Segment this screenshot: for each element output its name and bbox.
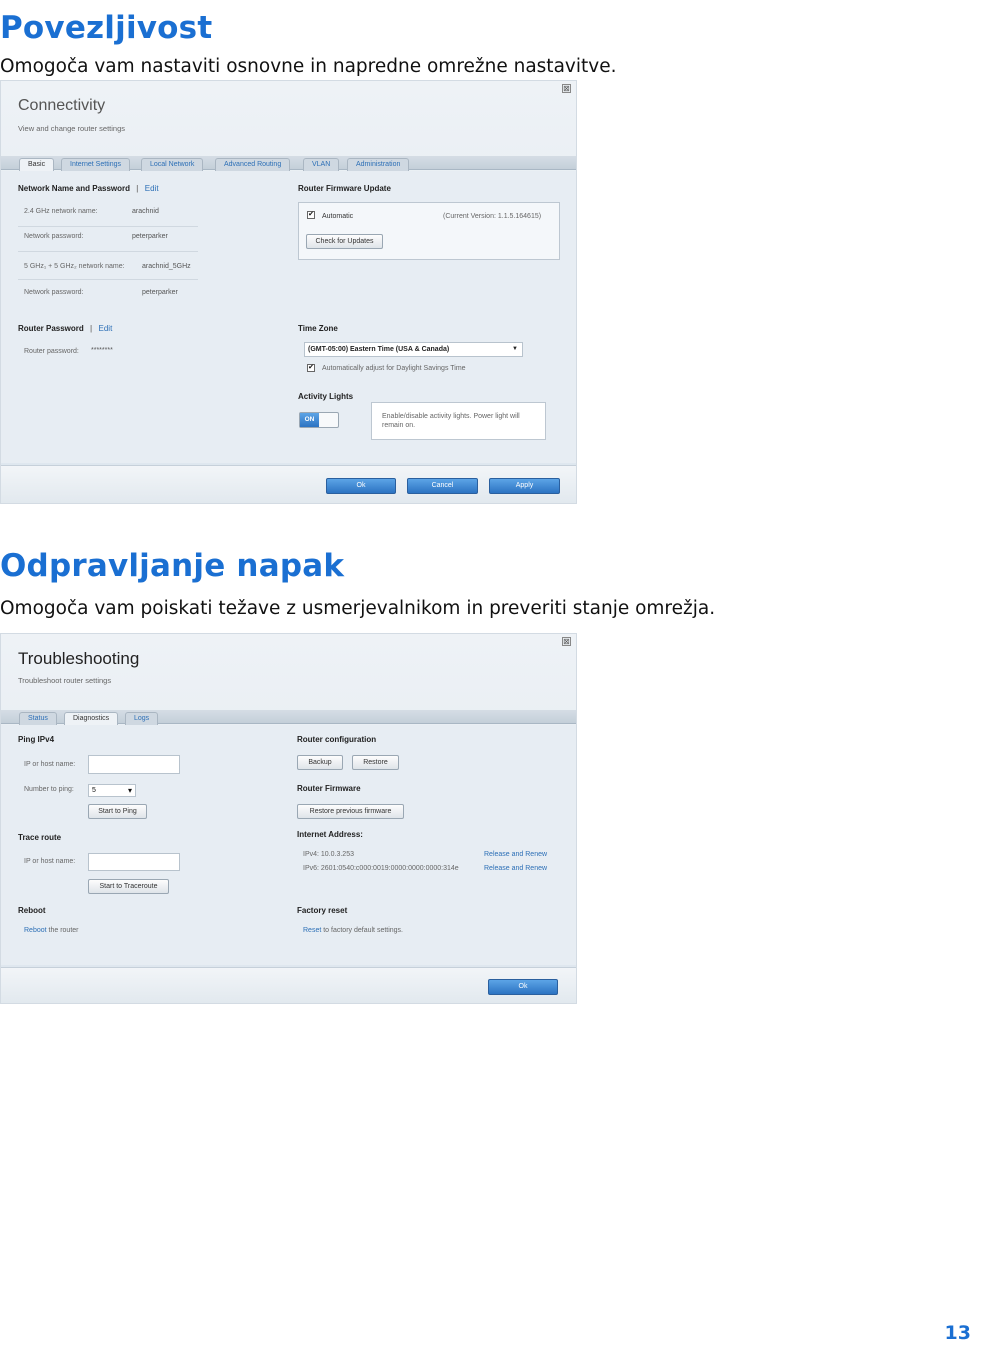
activity-lights-note-box: Enable/disable activity lights. Power li… — [371, 402, 546, 440]
check-for-updates-button[interactable]: Check for Updates — [306, 234, 383, 249]
time-zone-value: (GMT-05:00) Eastern Time (USA & Canada) — [308, 346, 450, 353]
section-heading-connectivity: Povezljivost — [0, 10, 213, 46]
router-password-label: Router password: — [24, 348, 79, 355]
time-zone-select[interactable]: (GMT-05:00) Eastern Time (USA & Canada) … — [304, 342, 523, 357]
section-description-troubleshooting: Omogoča vam poiskati težave z usmerjeval… — [0, 598, 716, 619]
restore-previous-firmware-button[interactable]: Restore previous firmware — [297, 804, 404, 819]
start-ping-button[interactable]: Start to Ping — [88, 804, 147, 819]
trace-route-heading: Trace route — [18, 833, 62, 842]
network-name-5-label: 5 GHz₁ + 5 GHz₂ network name: — [24, 263, 125, 270]
divider — [18, 279, 198, 280]
start-traceroute-button[interactable]: Start to Traceroute — [88, 879, 169, 894]
window-subtitle: Troubleshoot router settings — [18, 676, 112, 685]
reboot-heading: Reboot — [18, 906, 46, 915]
tab-internet-settings[interactable]: Internet Settings — [61, 158, 130, 171]
close-icon[interactable]: ⊠ — [562, 637, 571, 646]
firmware-update-heading: Router Firmware Update — [298, 184, 391, 193]
toggle-on-label: ON — [300, 413, 319, 427]
heading-divider: | — [90, 324, 93, 333]
ping-host-input[interactable] — [88, 755, 180, 774]
troubleshooting-window: ⊠ Troubleshooting Troubleshoot router se… — [0, 633, 577, 1004]
internet-address-heading: Internet Address: — [297, 830, 363, 839]
section-description-connectivity: Omogoča vam nastaviti osnovne in napredn… — [0, 56, 617, 77]
reboot-link[interactable]: Reboot — [24, 927, 47, 934]
router-firmware-heading: Router Firmware — [297, 784, 361, 793]
network-password-5-label: Network password: — [24, 289, 84, 296]
window-subtitle: View and change router settings — [18, 124, 126, 133]
ping-count-value: 5 — [92, 787, 96, 794]
network-name-5-value: arachnid_5GHz — [142, 263, 191, 270]
factory-reset-text: to factory default settings. — [321, 927, 404, 934]
dst-checkbox[interactable]: ✔ — [307, 364, 315, 372]
activity-lights-toggle[interactable]: ON — [299, 412, 339, 428]
backup-button[interactable]: Backup — [297, 755, 343, 770]
tab-local-network[interactable]: Local Network — [141, 158, 204, 171]
network-name-24-value: arachnid — [132, 208, 159, 215]
tab-diagnostics[interactable]: Diagnostics — [64, 712, 119, 725]
factory-reset-line: Reset to factory default settings. — [303, 927, 403, 934]
router-password-heading: Router Password | Edit — [18, 324, 112, 333]
tab-advanced-routing[interactable]: Advanced Routing — [215, 158, 291, 171]
dst-label: Automatically adjust for Daylight Saving… — [322, 365, 466, 372]
ping-host-label: IP or host name: — [24, 761, 76, 768]
tab-bar: Status Diagnostics Logs — [1, 710, 576, 725]
router-configuration-heading: Router configuration — [297, 735, 377, 744]
network-password-5-value: peterparker — [142, 289, 178, 296]
window-title: Troubleshooting — [18, 649, 140, 668]
network-heading-text: Network Name and Password — [18, 184, 131, 193]
network-section-heading: Network Name and Password | Edit — [18, 184, 159, 193]
activity-lights-note: Enable/disable activity lights. Power li… — [382, 413, 520, 429]
tab-bar: Basic Internet Settings Local Network Ad… — [1, 156, 576, 171]
automatic-label: Automatic — [322, 213, 354, 220]
network-password-value: peterparker — [132, 233, 168, 240]
ping-count-label: Number to ping: — [24, 786, 74, 793]
ping-heading: Ping IPv4 — [18, 735, 55, 744]
trace-host-input[interactable] — [88, 853, 180, 871]
tab-vlan[interactable]: VLAN — [303, 158, 340, 171]
reboot-line: Reboot the router — [24, 927, 79, 934]
trace-host-label: IP or host name: — [24, 858, 76, 865]
time-zone-heading: Time Zone — [298, 324, 338, 333]
ipv4-address: IPv4: 10.0.3.253 — [303, 851, 354, 858]
chevron-down-icon: ▼ — [512, 346, 518, 352]
apply-button[interactable]: Apply — [489, 478, 560, 494]
connectivity-window: ⊠ Connectivity View and change router se… — [0, 80, 577, 504]
page-number: 13 — [944, 1322, 971, 1344]
ping-count-select[interactable]: 5 ▾ — [88, 784, 136, 797]
ok-button[interactable]: Ok — [326, 478, 396, 494]
cancel-button[interactable]: Cancel — [407, 478, 478, 494]
divider — [18, 251, 198, 252]
network-edit-link[interactable]: Edit — [145, 184, 159, 193]
tab-administration[interactable]: Administration — [347, 158, 410, 171]
router-password-heading-text: Router Password — [18, 324, 84, 333]
network-password-label: Network password: — [24, 233, 84, 240]
reboot-text: the router — [46, 927, 79, 934]
restore-button[interactable]: Restore — [352, 755, 399, 770]
tab-logs[interactable]: Logs — [125, 712, 159, 725]
factory-reset-heading: Factory reset — [297, 906, 348, 915]
tab-basic[interactable]: Basic — [19, 158, 55, 171]
release-renew-ipv6-link[interactable]: Release and Renew — [484, 865, 547, 872]
reset-link[interactable]: Reset — [303, 927, 321, 934]
router-password-edit-link[interactable]: Edit — [99, 324, 113, 333]
tab-status[interactable]: Status — [19, 712, 57, 725]
firmware-update-box — [298, 202, 560, 260]
activity-lights-heading: Activity Lights — [298, 392, 354, 401]
section-heading-troubleshooting: Odpravljanje napak — [0, 548, 345, 584]
ipv6-address: IPv6: 2601:0540:c000:0019:0000:0000:0000… — [303, 865, 459, 872]
window-title: Connectivity — [18, 97, 106, 114]
chevron-down-icon: ▾ — [127, 786, 132, 795]
ok-button[interactable]: Ok — [488, 979, 558, 995]
heading-divider: | — [136, 184, 139, 193]
release-renew-ipv4-link[interactable]: Release and Renew — [484, 851, 547, 858]
network-name-24-label: 2.4 GHz network name: — [24, 208, 98, 215]
divider — [18, 226, 198, 227]
automatic-checkbox[interactable]: ✔ — [307, 211, 315, 219]
close-icon[interactable]: ⊠ — [562, 84, 571, 93]
router-password-value: ******** — [91, 347, 113, 354]
firmware-version: (Current Version: 1.1.5.164615) — [443, 213, 542, 220]
